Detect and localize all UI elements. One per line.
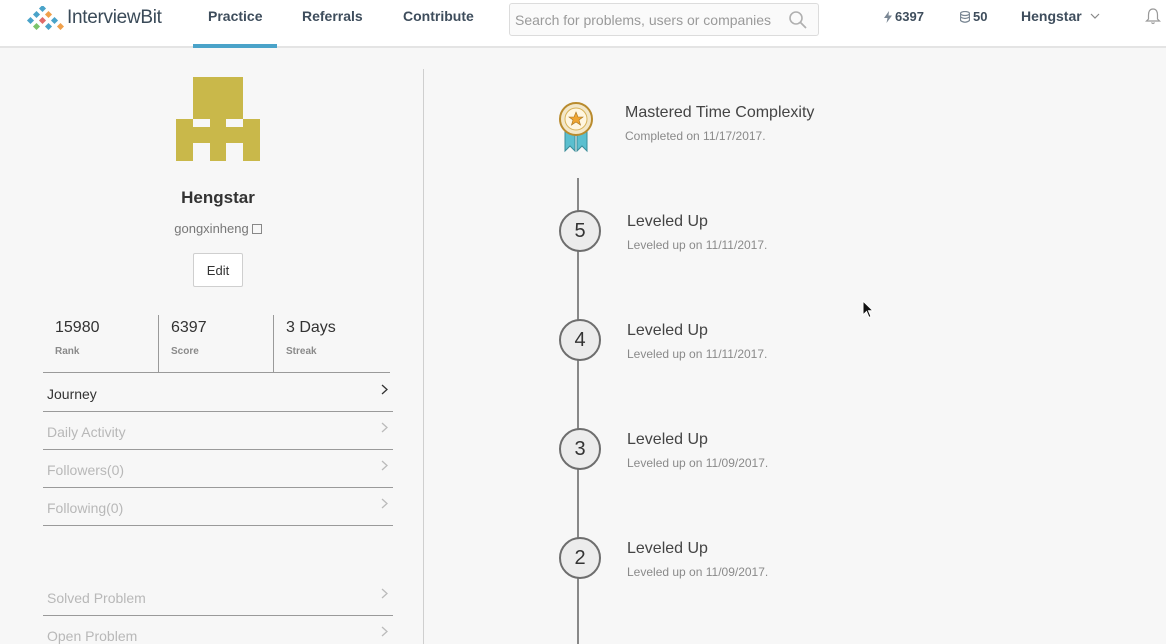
timeline-title: Mastered Time Complexity [625, 104, 815, 121]
top-header: InterviewBit Practice Referrals Contribu… [0, 0, 1166, 48]
nav-tab-contribute[interactable]: Contribute [403, 8, 474, 24]
chevron-right-icon [381, 460, 388, 471]
stat-streak: 3 Days Streak [273, 315, 388, 373]
nav-tab-practice[interactable]: Practice [208, 8, 262, 24]
timeline-subtitle: Leveled up on 11/11/2017. [627, 238, 768, 252]
menu-item-open-problem[interactable]: Open Problem [43, 616, 393, 644]
search-box[interactable] [509, 3, 819, 36]
bell-icon[interactable] [1145, 8, 1161, 25]
avatar [176, 77, 260, 161]
timeline-title: Leveled Up [627, 540, 708, 557]
mouse-cursor-icon [862, 300, 874, 319]
chevron-right-icon [381, 422, 388, 433]
level-badge: 3 [559, 428, 601, 470]
stat-rank: 15980 Rank [43, 315, 158, 373]
logo-text: InterviewBit [67, 7, 162, 28]
score-indicator: 6397 [884, 9, 924, 24]
user-menu[interactable]: Hengstar [1021, 8, 1100, 24]
lightning-icon [884, 10, 892, 23]
search-icon[interactable] [788, 10, 808, 30]
stat-value: 15980 [55, 319, 100, 336]
menu-item-label: Journey [47, 386, 97, 402]
menu-item-journey[interactable]: Journey [43, 374, 393, 412]
active-tab-indicator [193, 44, 277, 48]
chevron-right-icon [381, 588, 388, 599]
timeline-subtitle: Completed on 11/17/2017. [625, 129, 766, 143]
coin-stack-icon [960, 10, 970, 23]
timeline-title: Leveled Up [627, 322, 708, 339]
coins-value: 50 [973, 9, 988, 24]
stat-label: Score [171, 346, 199, 357]
menu-item-label: Solved Problem [47, 590, 146, 606]
stat-label: Rank [55, 346, 80, 357]
interviewbit-logo[interactable]: InterviewBit [26, 5, 162, 31]
edit-profile-button[interactable]: Edit [193, 253, 243, 287]
timeline-subtitle: Leveled up on 11/11/2017. [627, 347, 768, 361]
menu-item-label: Followers(0) [47, 462, 125, 478]
timeline-subtitle: Leveled up on 11/09/2017. [627, 456, 769, 470]
stat-value: 3 Days [286, 319, 336, 336]
medal-icon [559, 102, 593, 153]
menu-item-label: Daily Activity [47, 424, 126, 440]
handle-text: gongxinheng [174, 221, 249, 236]
menu-item-solved-problem[interactable]: Solved Problem [43, 578, 393, 616]
timeline-subtitle: Leveled up on 11/09/2017. [627, 565, 769, 579]
stat-value: 6397 [171, 319, 207, 336]
level-badge: 2 [559, 537, 601, 579]
menu-item-label: Following(0) [47, 500, 124, 516]
score-value: 6397 [895, 9, 924, 24]
stat-score: 6397 Score [158, 315, 273, 373]
level-badge: 5 [559, 210, 601, 252]
chevron-right-icon [381, 626, 388, 637]
menu-item-followers[interactable]: Followers(0) [43, 450, 393, 488]
timeline-title: Leveled Up [627, 431, 708, 448]
profile-handle: gongxinheng [118, 221, 318, 236]
menu-item-daily-activity[interactable]: Daily Activity [43, 412, 393, 450]
nav-tab-referrals[interactable]: Referrals [302, 8, 363, 24]
username-label: Hengstar [1021, 8, 1082, 24]
search-input[interactable] [515, 10, 780, 30]
chevron-right-icon [381, 498, 388, 509]
chevron-down-icon [1090, 13, 1100, 19]
profile-stats: 15980 Rank 6397 Score 3 Days Streak [43, 315, 390, 373]
coins-indicator: 50 [960, 9, 987, 24]
logo-icon [26, 6, 64, 30]
stat-label: Streak [286, 346, 317, 357]
profile-name: Hengstar [181, 188, 255, 207]
external-profile-icon[interactable] [251, 223, 262, 234]
level-badge: 4 [559, 319, 601, 361]
menu-item-following[interactable]: Following(0) [43, 488, 393, 526]
chevron-right-icon [381, 384, 388, 395]
column-divider [423, 69, 424, 644]
timeline-title: Leveled Up [627, 213, 708, 230]
menu-item-label: Open Problem [47, 628, 138, 644]
